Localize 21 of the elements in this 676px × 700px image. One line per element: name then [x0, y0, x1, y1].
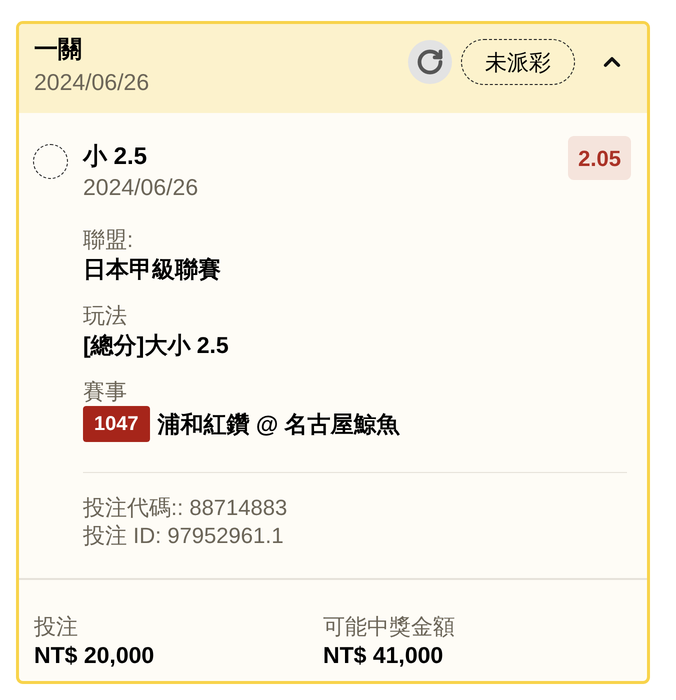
- ticket-title: 一關: [34, 35, 83, 65]
- bet-info-line: 投注代碼:: 88714883: [83, 494, 288, 522]
- match-teams: 浦和紅鑽 @ 名古屋鯨魚: [158, 410, 400, 439]
- selection-date: 2024/06/26: [83, 173, 200, 202]
- odds-badge: 2.05: [568, 136, 631, 180]
- status-badge: 未派彩: [461, 39, 575, 85]
- selection-name: 小 2.5: [83, 142, 148, 172]
- bet-info-line: 投注 ID: 97952961.1: [83, 522, 285, 550]
- detail-label: 聯盟:: [83, 226, 134, 254]
- refresh-button[interactable]: [408, 40, 452, 84]
- detail-value: 日本甲級聯賽: [83, 255, 222, 284]
- detail-value: [總分]大小 2.5: [83, 331, 230, 360]
- refresh-icon: [416, 48, 444, 76]
- detail-label: 賽事: [83, 378, 128, 406]
- detail-label: 玩法: [83, 302, 128, 330]
- summary-amount: NT$ 20,000: [34, 641, 156, 669]
- match-number-tag: 1047: [83, 406, 150, 442]
- summary-label: 投注: [34, 613, 79, 641]
- summary-label: 可能中獎金額: [323, 613, 456, 641]
- ticket-date: 2024/06/26: [34, 68, 150, 97]
- summary-amount: NT$ 41,000: [323, 641, 444, 669]
